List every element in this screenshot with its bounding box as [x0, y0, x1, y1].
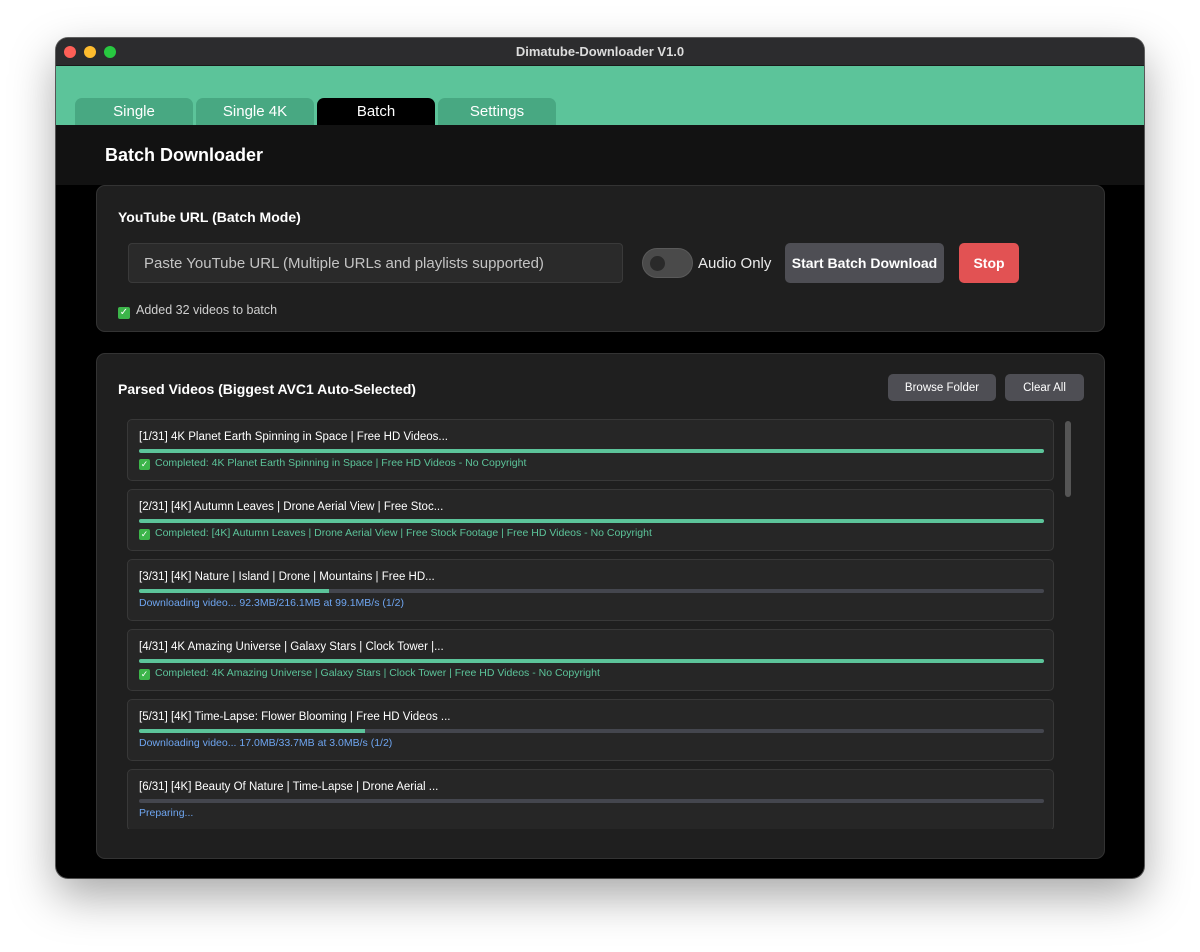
- video-list-item[interactable]: [3/31] [4K] Nature | Island | Drone | Mo…: [127, 559, 1054, 621]
- video-status: ✓ Completed: 4K Amazing Universe | Galaxy…: [139, 667, 600, 680]
- page-title: Batch Downloader: [105, 145, 264, 165]
- progress-fill: [139, 659, 1044, 663]
- batch-status: ✓ Added 32 videos to batch: [118, 303, 277, 319]
- progress-fill: [139, 729, 366, 733]
- check-mark-icon: ✓: [139, 669, 150, 680]
- progress-bar: [139, 589, 1044, 593]
- url-card-title: YouTube URL (Batch Mode): [118, 209, 301, 225]
- video-title: [4/31] 4K Amazing Universe | Galaxy Star…: [139, 641, 444, 653]
- tab-single[interactable]: Single: [75, 98, 193, 126]
- audio-only-toggle[interactable]: [642, 248, 693, 278]
- check-mark-icon: ✓: [139, 459, 150, 470]
- video-status-text: Completed: [4K] Autumn Leaves | Drone Ae…: [155, 527, 652, 539]
- progress-bar: [139, 729, 1044, 733]
- video-title: [5/31] [4K] Time-Lapse: Flower Blooming …: [139, 711, 451, 723]
- browse-folder-button[interactable]: Browse Folder: [888, 374, 996, 401]
- video-status: Preparing...: [139, 807, 193, 819]
- video-status: ✓ Completed: 4K Planet Earth Spinning in …: [139, 457, 526, 470]
- video-list-item[interactable]: [4/31] 4K Amazing Universe | Galaxy Star…: [127, 629, 1054, 691]
- progress-fill: [139, 519, 1044, 523]
- video-status-text: Preparing...: [139, 807, 194, 819]
- window-title: Dimatube-Downloader V1.0: [515, 44, 685, 59]
- url-card: YouTube URL (Batch Mode) Audio Only Star…: [96, 185, 1105, 332]
- progress-bar: [139, 799, 1044, 803]
- video-list: [1/31] 4K Planet Earth Spinning in Space…: [127, 419, 1077, 829]
- tab-settings[interactable]: Settings: [438, 98, 556, 126]
- batch-status-text: Added 32 videos to batch: [136, 303, 278, 317]
- video-status-text: Downloading video... 17.0MB/33.7MB at 3.…: [139, 737, 393, 749]
- stop-button[interactable]: Stop: [959, 243, 1019, 283]
- check-mark-icon: ✓: [118, 307, 130, 319]
- toggle-knob: [650, 256, 665, 271]
- video-list-item[interactable]: [2/31] [4K] Autumn Leaves | Drone Aerial…: [127, 489, 1054, 551]
- video-title: [1/31] 4K Planet Earth Spinning in Space…: [139, 431, 448, 443]
- title-bar: Dimatube-Downloader V1.0: [56, 38, 1144, 66]
- video-list-item[interactable]: [5/31] [4K] Time-Lapse: Flower Blooming …: [127, 699, 1054, 761]
- progress-fill: [139, 449, 1044, 453]
- video-status-text: Completed: 4K Amazing Universe | Galaxy …: [155, 667, 600, 679]
- list-scrollbar[interactable]: [1065, 421, 1071, 497]
- video-status: Downloading video... 17.0MB/33.7MB at 3.…: [139, 737, 392, 749]
- audio-only-label: Audio Only: [698, 255, 772, 272]
- start-batch-download-button[interactable]: Start Batch Download: [785, 243, 944, 283]
- check-mark-icon: ✓: [139, 529, 150, 540]
- video-title: [3/31] [4K] Nature | Island | Drone | Mo…: [139, 571, 435, 583]
- video-title: [6/31] [4K] Beauty Of Nature | Time-Laps…: [139, 781, 439, 793]
- clear-all-button[interactable]: Clear All: [1005, 374, 1084, 401]
- tab-single-4k[interactable]: Single 4K: [196, 98, 314, 126]
- videos-card: Parsed Videos (Biggest AVC1 Auto-Selecte…: [96, 353, 1105, 859]
- video-status: ✓ Completed: [4K] Autumn Leaves | Drone A…: [139, 527, 652, 540]
- video-status-text: Completed: 4K Planet Earth Spinning in S…: [155, 457, 527, 469]
- url-input[interactable]: [128, 243, 623, 283]
- app-window: Dimatube-Downloader V1.0 Single Single 4…: [56, 38, 1144, 878]
- video-list-item[interactable]: [1/31] 4K Planet Earth Spinning in Space…: [127, 419, 1054, 481]
- video-title: [2/31] [4K] Autumn Leaves | Drone Aerial…: [139, 501, 444, 513]
- progress-bar: [139, 519, 1044, 523]
- tab-batch[interactable]: Batch: [317, 98, 435, 126]
- video-list-item[interactable]: [6/31] [4K] Beauty Of Nature | Time-Laps…: [127, 769, 1054, 829]
- tab-bar: Single Single 4K Batch Settings: [56, 66, 1144, 126]
- progress-bar: [139, 659, 1044, 663]
- video-status: Downloading video... 92.3MB/216.1MB at 9…: [139, 597, 404, 609]
- videos-card-title: Parsed Videos (Biggest AVC1 Auto-Selecte…: [118, 381, 416, 397]
- page-header: Batch Downloader: [56, 125, 1144, 185]
- video-status-text: Downloading video... 92.3MB/216.1MB at 9…: [139, 597, 404, 609]
- progress-fill: [139, 589, 330, 593]
- progress-bar: [139, 449, 1044, 453]
